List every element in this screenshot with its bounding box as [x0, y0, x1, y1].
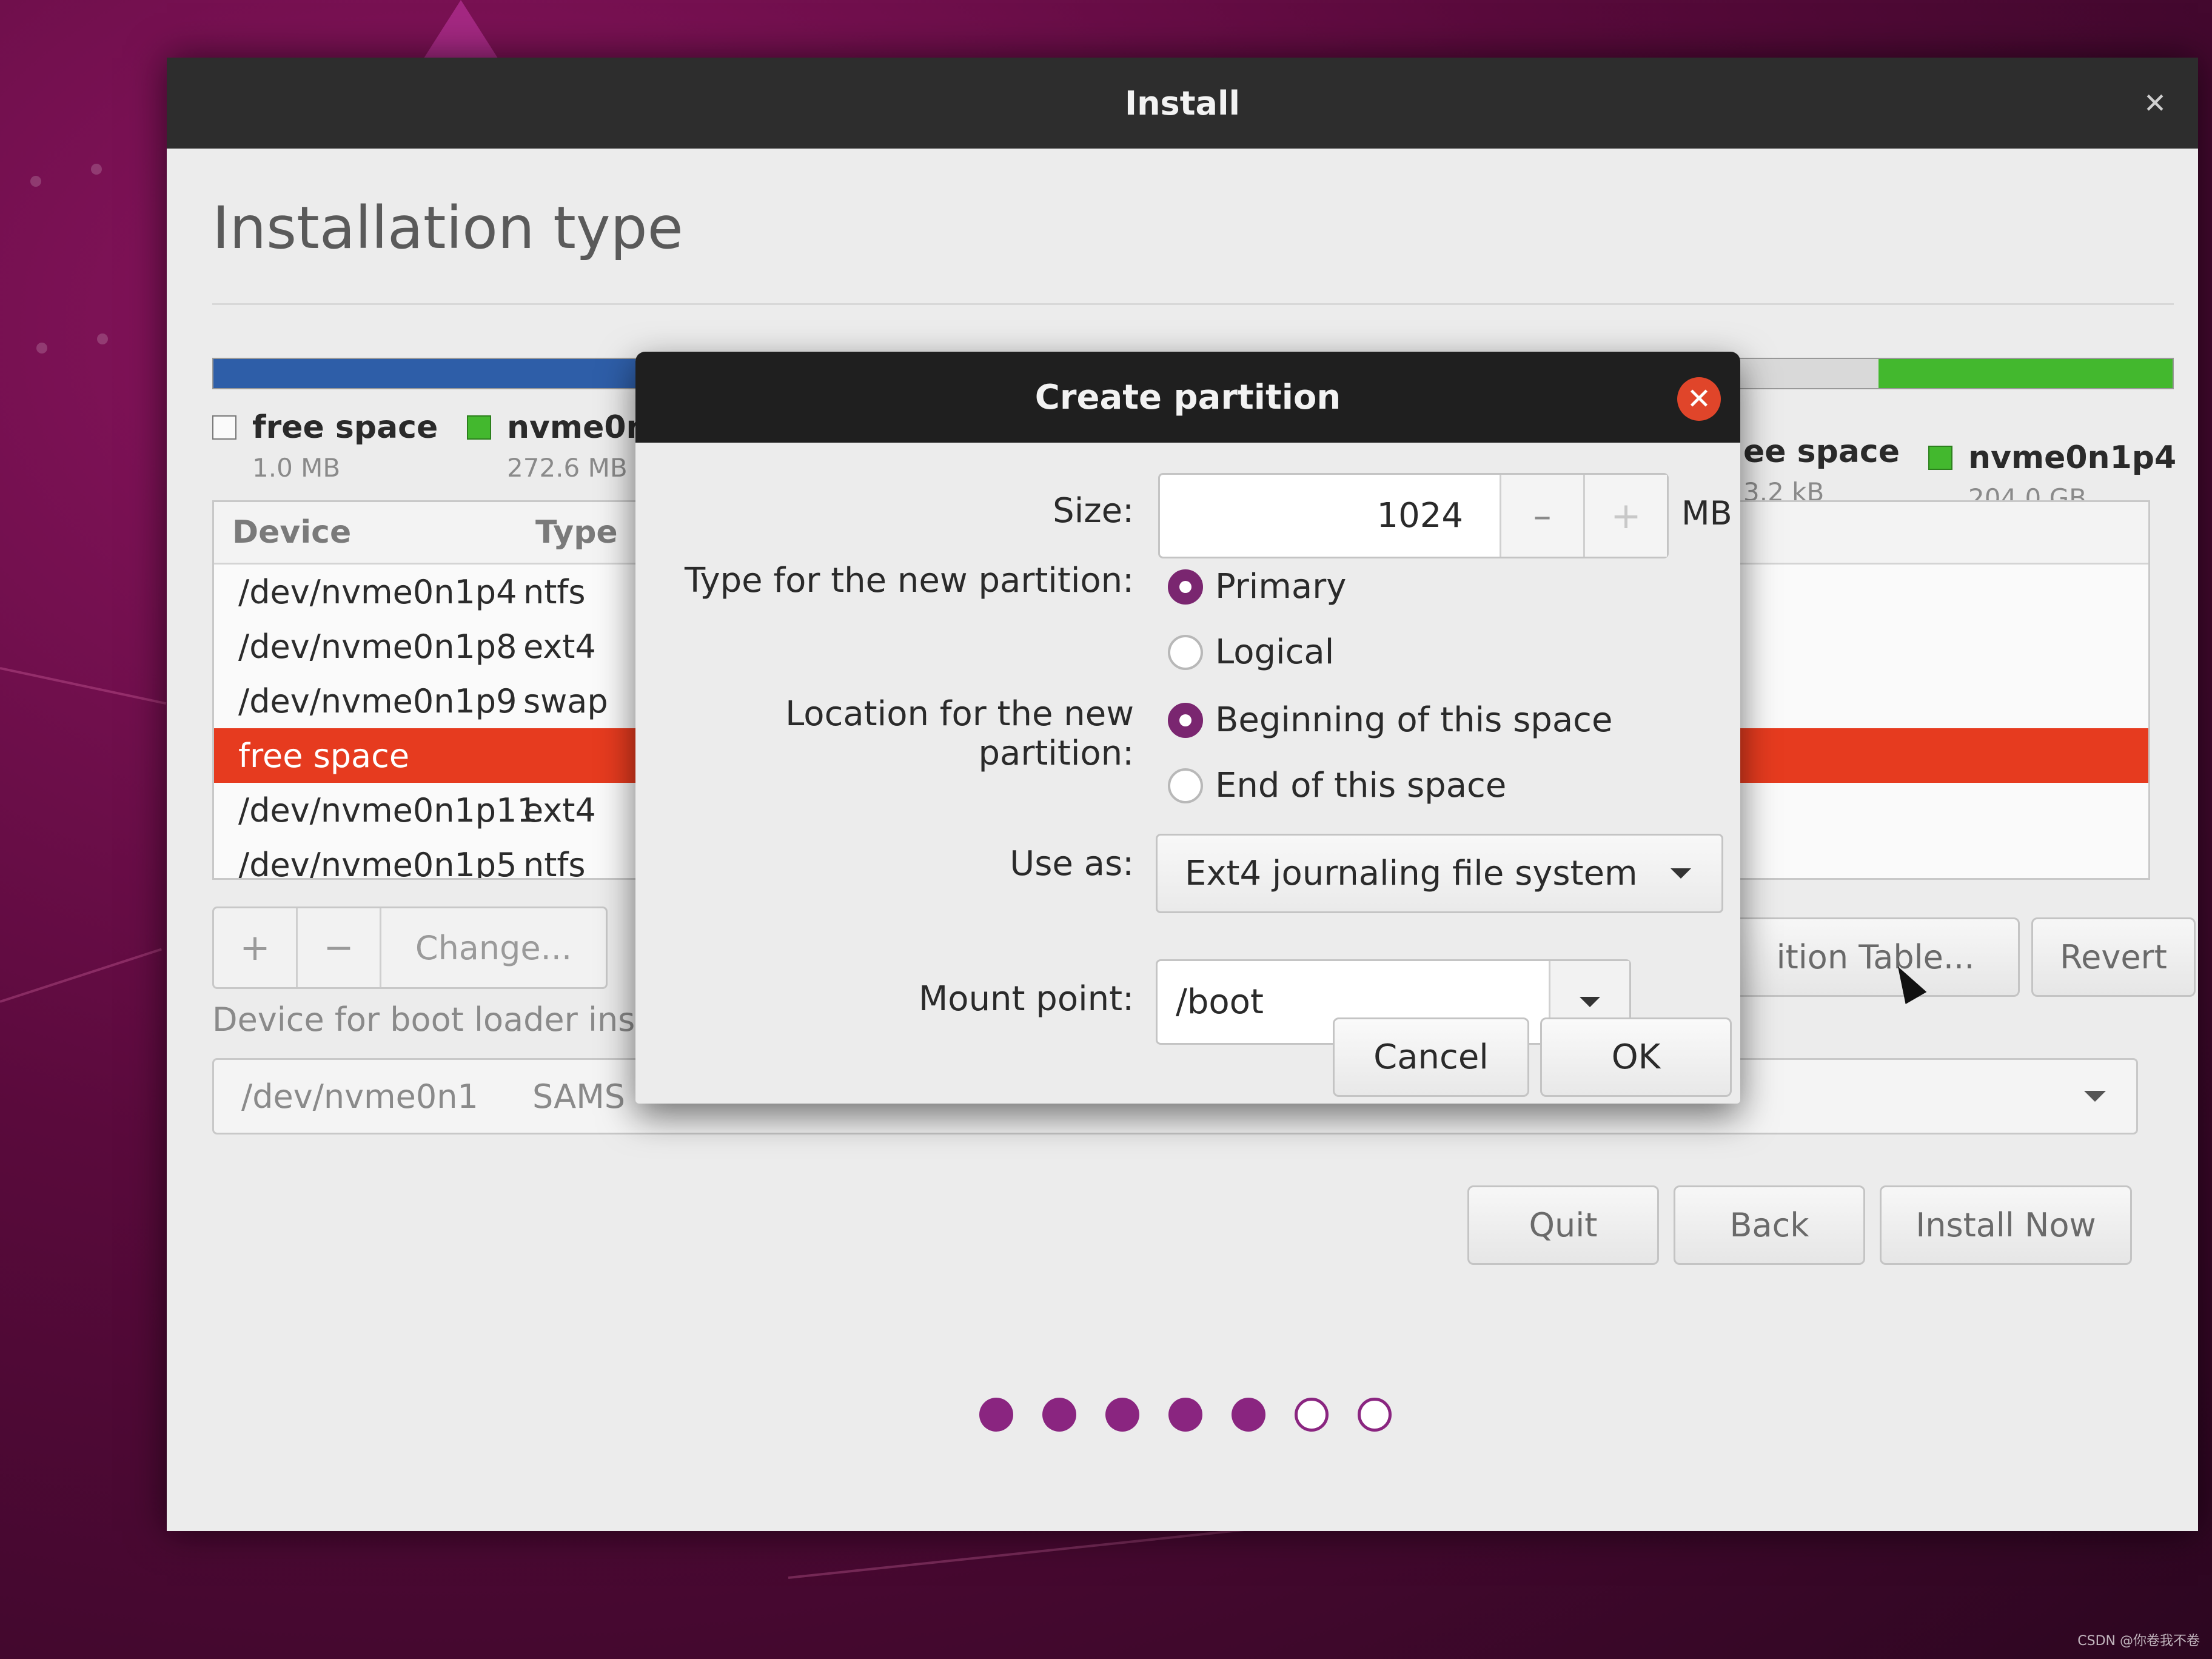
- row-type: swap: [523, 682, 608, 720]
- dialog-titlebar: Create partition ✕: [635, 352, 1740, 443]
- wallpaper-line: [0, 948, 162, 1003]
- row-device: /dev/nvme0n1p9: [238, 682, 517, 720]
- legend-swatch: [212, 415, 236, 440]
- row-device: /dev/nvme0n1p8: [238, 627, 517, 666]
- page-title: Installation type: [212, 194, 683, 262]
- ok-button[interactable]: OK: [1540, 1017, 1732, 1097]
- dialog-title: Create partition: [1034, 377, 1341, 417]
- step-progress: [979, 1398, 1421, 1432]
- new-partition-table-button[interactable]: ition Table...: [1731, 917, 2020, 997]
- wallpaper-dot: [97, 333, 108, 344]
- wallpaper-line: [0, 667, 167, 705]
- row-type: ntfs: [523, 845, 586, 880]
- legend-size: 272.6 MB: [507, 453, 628, 483]
- add-partition-button[interactable]: +: [214, 908, 298, 987]
- boot-device: /dev/nvme0n1: [241, 1077, 478, 1116]
- create-partition-dialog: Create partition ✕ Size: 1024 – + MB Typ…: [635, 352, 1740, 1104]
- legend-item: ee space 3.2 kB: [1743, 434, 1900, 507]
- decrement-button[interactable]: –: [1500, 475, 1583, 557]
- mount-point-label: Mount point:: [918, 979, 1134, 1019]
- row-type: ext4: [523, 627, 596, 666]
- window-title: Install: [1125, 84, 1240, 122]
- column-header-type[interactable]: Type: [535, 514, 618, 551]
- radio-selected-icon: [1168, 569, 1203, 605]
- quit-button[interactable]: Quit: [1467, 1185, 1659, 1265]
- legend-name: nvme0n1p4: [1968, 440, 2177, 476]
- legend-name: free space: [252, 409, 438, 446]
- wallpaper-dot: [30, 176, 41, 187]
- cancel-button[interactable]: Cancel: [1333, 1017, 1529, 1097]
- radio-primary-label: Primary: [1215, 567, 1347, 606]
- radio-selected-icon: [1168, 702, 1203, 738]
- step-dot: [1168, 1398, 1202, 1432]
- size-unit: MB: [1681, 494, 1732, 532]
- radio-unselected-icon: [1168, 634, 1203, 670]
- step-dot: [1105, 1398, 1139, 1432]
- use-as-label: Use as:: [1010, 844, 1134, 883]
- step-dot: [1358, 1398, 1392, 1432]
- row-device: free space: [238, 736, 410, 775]
- radio-end-label: End of this space: [1215, 766, 1507, 805]
- radio-beginning[interactable]: Beginning of this space: [1168, 700, 1612, 740]
- install-now-button[interactable]: Install Now: [1880, 1185, 2132, 1265]
- partition-segment: [1879, 359, 2173, 388]
- legend-name: ee space: [1743, 434, 1900, 470]
- close-icon[interactable]: ✕: [2136, 84, 2174, 122]
- row-device: /dev/nvme0n1p4: [238, 572, 517, 611]
- size-input[interactable]: 1024: [1160, 475, 1500, 557]
- chevron-down-icon: [1580, 997, 1600, 1007]
- partition-type-label: Type for the new partition:: [684, 561, 1134, 600]
- close-icon[interactable]: ✕: [1677, 377, 1721, 421]
- row-device: /dev/nvme0n1p5: [238, 845, 517, 880]
- back-button[interactable]: Back: [1674, 1185, 1865, 1265]
- size-label: Size:: [1053, 491, 1134, 531]
- radio-primary[interactable]: Primary: [1168, 567, 1346, 606]
- boot-loader-label: Device for boot loader inst: [212, 1000, 648, 1039]
- wallpaper-dot: [36, 343, 47, 354]
- window-titlebar: Install ✕: [167, 58, 2198, 149]
- row-device: /dev/nvme0n1p11: [238, 791, 538, 830]
- chevron-down-icon: [2084, 1091, 2106, 1102]
- watermark: CSDN @你卷我不卷: [2077, 1634, 2200, 1649]
- radio-unselected-icon: [1168, 768, 1203, 803]
- radio-logical[interactable]: Logical: [1168, 632, 1334, 672]
- legend-name: nvme0n: [507, 409, 649, 446]
- step-dot: [1042, 1398, 1076, 1432]
- legend-item: free space 1.0 MB: [212, 409, 438, 483]
- legend-swatch: [1928, 446, 1952, 470]
- divider: [212, 303, 2174, 305]
- step-dot: [1295, 1398, 1329, 1432]
- step-dot: [1232, 1398, 1265, 1432]
- legend-item: nvme0n 272.6 MB: [467, 409, 649, 483]
- increment-button[interactable]: +: [1583, 475, 1667, 557]
- step-dot: [979, 1398, 1013, 1432]
- row-type: ntfs: [523, 572, 586, 611]
- radio-logical-label: Logical: [1215, 632, 1335, 672]
- legend-swatch: [467, 415, 491, 440]
- remove-partition-button[interactable]: −: [298, 908, 381, 987]
- wallpaper-shape: [418, 0, 503, 67]
- wallpaper-dot: [91, 164, 102, 175]
- radio-end[interactable]: End of this space: [1168, 766, 1506, 805]
- chevron-down-icon: [1671, 868, 1691, 879]
- use-as-value: Ext4 journaling file system: [1185, 854, 1638, 893]
- radio-beginning-label: Beginning of this space: [1215, 700, 1613, 740]
- row-type: ext4: [523, 791, 596, 830]
- column-header-device[interactable]: Device: [214, 514, 535, 551]
- use-as-select[interactable]: Ext4 journaling file system: [1156, 834, 1723, 913]
- partition-location-label: Location for the new partition:: [785, 694, 1134, 773]
- revert-button[interactable]: Revert: [2031, 917, 2196, 997]
- partition-toolbar: + − Change...: [212, 907, 608, 989]
- size-spinbox[interactable]: 1024 – +: [1158, 473, 1669, 558]
- legend-size: 1.0 MB: [252, 453, 341, 483]
- change-partition-button[interactable]: Change...: [381, 908, 606, 987]
